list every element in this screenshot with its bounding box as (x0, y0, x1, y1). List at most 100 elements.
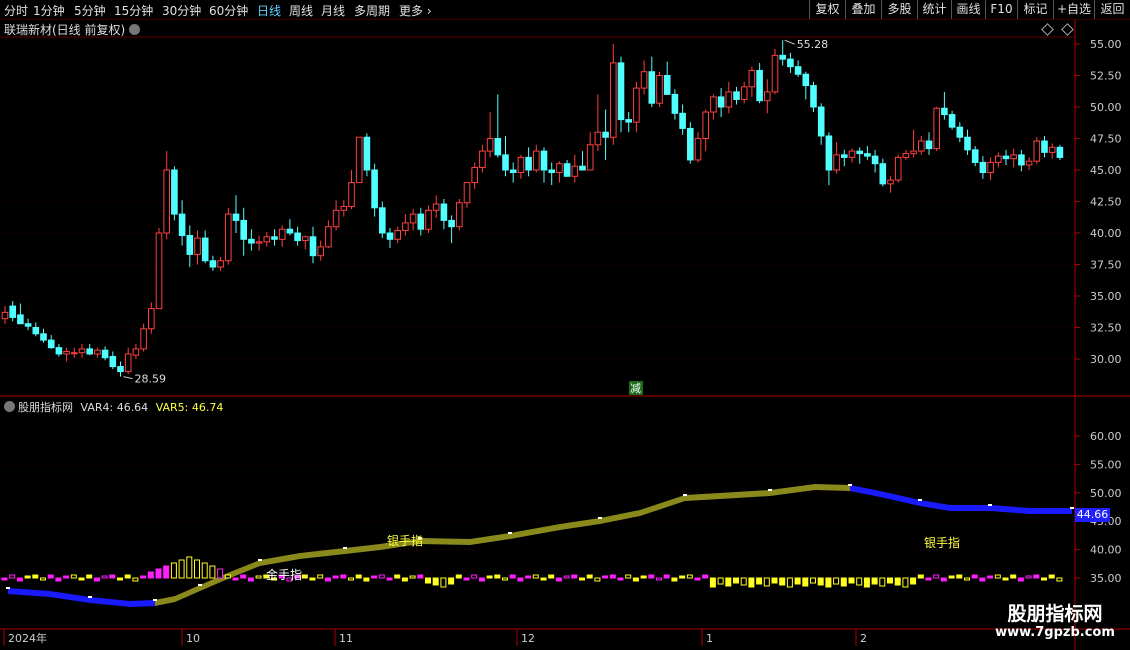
candle-body (101, 349, 109, 359)
indicator-tick-label: 50.00 (1090, 487, 1122, 500)
multi-stock-button[interactable]: 多股 (881, 0, 917, 19)
candle-body (432, 203, 440, 211)
overlay-button[interactable]: 叠加 (845, 0, 881, 19)
histogram-bar (425, 577, 431, 584)
candle-body (332, 209, 340, 228)
candle-body (925, 140, 933, 150)
chevron-right-icon: › (426, 4, 432, 18)
date-label: 2 (860, 632, 867, 645)
ribbon-up (155, 484, 850, 606)
candle-body (32, 327, 40, 335)
signal-label: 减 (630, 382, 641, 395)
histogram-bar (40, 577, 46, 581)
ribbon-down-early (8, 588, 155, 607)
tab-1min[interactable]: 1分钟 (33, 2, 65, 19)
candle-body (217, 260, 224, 268)
histogram-bar (417, 574, 424, 579)
candle-body (856, 150, 864, 155)
add-watchlist-button[interactable]: +自选 (1053, 0, 1094, 19)
histogram-bar (16, 577, 23, 582)
f10-button[interactable]: F10 (985, 0, 1017, 19)
candle-body (902, 153, 910, 158)
high-marker-line (784, 39, 795, 45)
candle-body (440, 203, 448, 221)
histogram-bar (848, 577, 855, 584)
tab-5min[interactable]: 5分钟 (74, 2, 106, 19)
price-tick-label: 50.00 (1090, 101, 1122, 114)
candle-body (325, 226, 332, 248)
ribbon-down (850, 485, 1072, 514)
histogram-bar (763, 577, 770, 587)
histogram-bar (47, 574, 54, 579)
tab-30min[interactable]: 30分钟 (162, 2, 201, 19)
histogram-bar (771, 577, 778, 584)
tab-15min[interactable]: 15分钟 (114, 2, 153, 19)
chevron-down-icon[interactable] (129, 24, 141, 35)
histogram-bar (86, 574, 93, 579)
candle-body (340, 206, 348, 211)
candle-body (1056, 146, 1064, 158)
candle-body (710, 96, 717, 113)
histogram-bar (579, 577, 585, 581)
candle-body (494, 138, 502, 156)
candle-body (40, 333, 47, 341)
back-button[interactable]: 返回 (1094, 0, 1130, 19)
tab-60min[interactable]: 60分钟 (209, 2, 248, 19)
fuquan-button[interactable]: 复权 (809, 0, 845, 19)
candle-body (725, 91, 733, 108)
candle-body (563, 163, 571, 177)
indicator-tick-label: 60.00 (1090, 430, 1122, 443)
histogram-bar (1048, 574, 1055, 579)
tab-daily[interactable]: 日线 (257, 2, 281, 19)
mark-button[interactable]: 标记 (1017, 0, 1053, 19)
histogram-bar (686, 574, 693, 579)
candle-body (987, 161, 994, 174)
draw-line-button[interactable]: 画线 (951, 0, 985, 19)
histogram-bar (509, 574, 516, 579)
candle-body (417, 213, 425, 230)
ribbon-dot (918, 499, 922, 501)
candle-body (602, 131, 609, 138)
candle-body (309, 236, 317, 257)
candle-body (394, 229, 401, 240)
candle-body (1018, 154, 1025, 166)
tab-weekly[interactable]: 周线 (289, 2, 313, 19)
tab-multi-period[interactable]: 多周期 (354, 2, 390, 19)
histogram-bar (363, 577, 370, 582)
histogram-bar (78, 577, 85, 581)
histogram-bar (70, 574, 77, 579)
candle-body (733, 91, 740, 100)
candle-body (533, 150, 540, 171)
candle-body (9, 305, 16, 318)
candle-body (517, 156, 525, 174)
histogram-bar (540, 577, 547, 581)
candle-body (640, 71, 648, 89)
histogram-bar (324, 577, 331, 582)
histogram-bar (63, 575, 70, 579)
tab-monthly[interactable]: 月线 (321, 2, 345, 19)
histogram-bar (217, 568, 224, 579)
tab-fenshi[interactable]: 分时 (4, 2, 28, 19)
histogram-bar (717, 577, 724, 585)
histogram-bar (594, 577, 601, 582)
high-price-label: 55.28 (797, 38, 829, 51)
kline-chart[interactable]: 55.00 52.50 50.00 47.50 45.00 42.50 40.00 37.50… (0, 0, 1130, 650)
candle-body (794, 66, 802, 75)
histogram-bar (494, 574, 501, 579)
histogram-bar (32, 574, 39, 579)
candle-body (771, 54, 779, 93)
candle-body (409, 213, 417, 224)
ribbon-dot (343, 547, 347, 549)
candle-body (463, 182, 471, 204)
chevron-down-icon[interactable] (4, 401, 15, 412)
candle-body (286, 228, 294, 234)
candle-body (1025, 160, 1033, 166)
candle-body (571, 165, 579, 177)
candle-body (317, 246, 324, 257)
tab-more[interactable]: 更多 › (399, 2, 432, 19)
candle-body (425, 209, 432, 230)
candle-body (86, 348, 94, 355)
stats-button[interactable]: 统计 (917, 0, 951, 19)
candle-body (240, 219, 247, 240)
period-toolbar: 分时 1分钟 5分钟 15分钟 30分钟 60分钟 日线 周线 月线 多周期 更… (0, 0, 1130, 20)
